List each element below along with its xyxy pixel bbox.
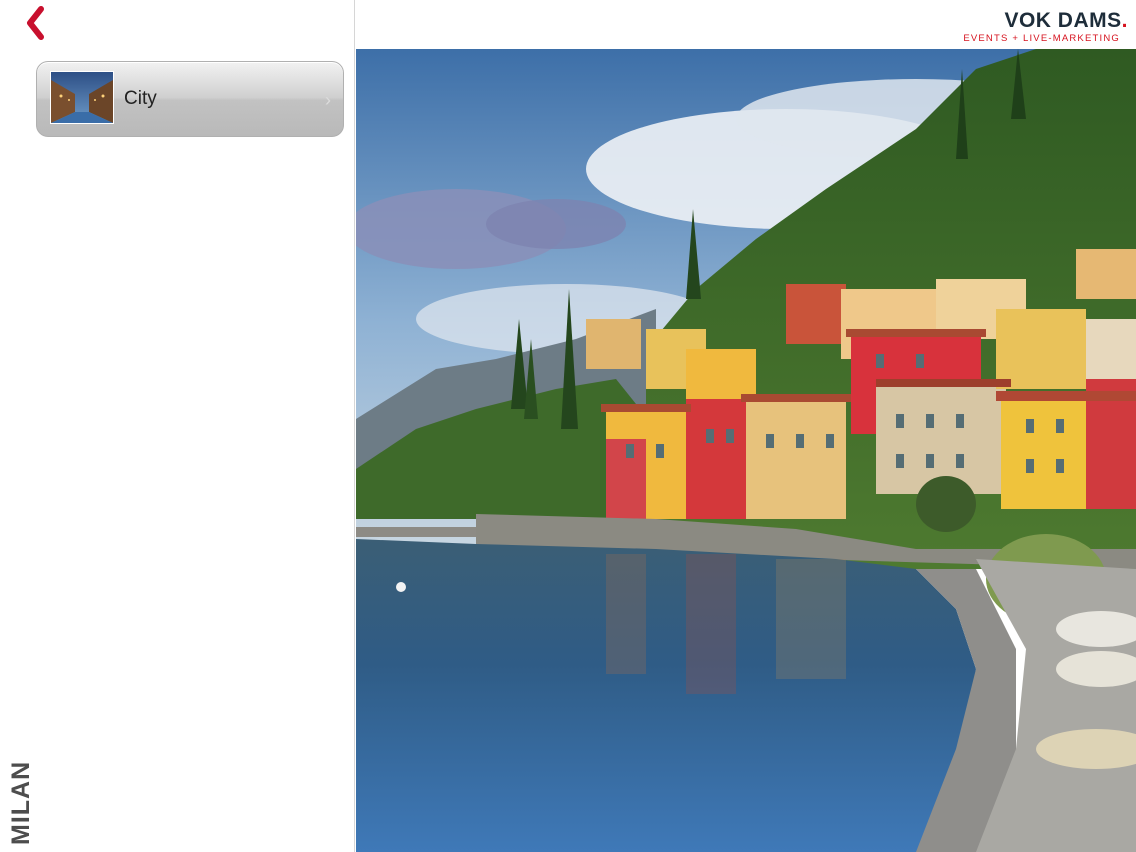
chevron-right-icon: › <box>325 90 331 110</box>
back-button[interactable] <box>20 4 50 42</box>
chevron-left-icon <box>27 6 44 40</box>
logo-tagline: EVENTS + LIVE-MARKETING <box>963 33 1120 44</box>
city-vertical-label: MILAN <box>7 760 35 845</box>
sidebar: City › MILAN <box>0 0 355 852</box>
brand-logo: VOK DAMS. EVENTS + LIVE-MARKETING <box>963 10 1128 44</box>
hero-image <box>356 49 1136 852</box>
city-thumbnail <box>50 71 114 124</box>
header-bar: VOK DAMS. EVENTS + LIVE-MARKETING <box>356 0 1136 49</box>
logo-wordmark: VOK DAMS. <box>1004 9 1128 32</box>
menu-item-label: City <box>124 88 157 109</box>
menu-item-city[interactable]: City › <box>36 61 344 137</box>
